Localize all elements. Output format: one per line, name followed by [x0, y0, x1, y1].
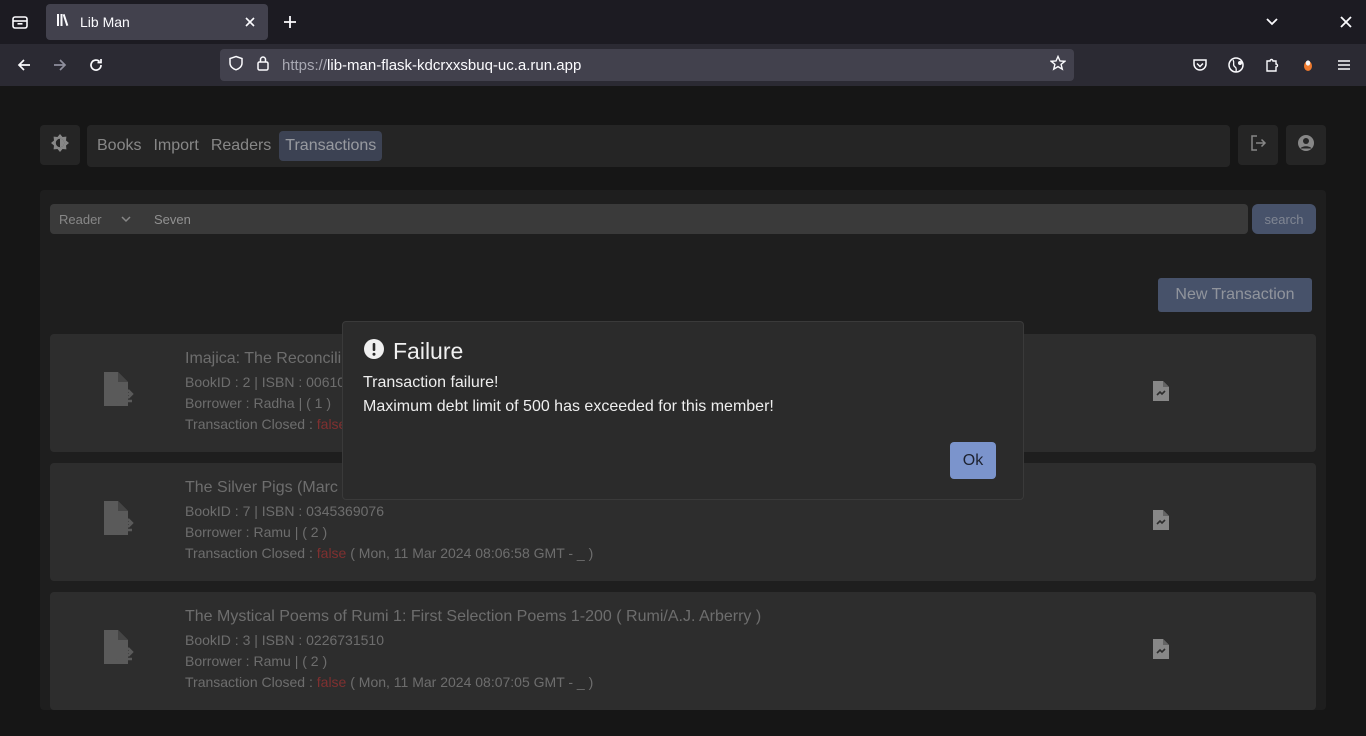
tracking-shield-icon[interactable]	[228, 55, 244, 76]
url-scheme: https://	[282, 56, 328, 74]
dialog-title: Failure	[393, 338, 464, 364]
close-tab-icon[interactable]	[242, 14, 258, 30]
failure-dialog: Failure Transaction failure! Maximum deb…	[342, 321, 1024, 500]
browser-tab-bar: Lib Man	[0, 0, 1366, 44]
url-bar[interactable]: https://lib-man-flask-kdcrxxsbuq-uc.a.ru…	[220, 49, 1074, 81]
dialog-body: Transaction failure! Maximum debt limit …	[363, 371, 1003, 419]
back-icon[interactable]	[12, 53, 36, 77]
tab-list-icon[interactable]	[8, 10, 32, 34]
close-window-icon[interactable]	[1334, 10, 1358, 34]
library-icon	[56, 12, 72, 33]
dialog-message-line: Transaction failure!	[363, 374, 499, 391]
url-text: https://lib-man-flask-kdcrxxsbuq-uc.a.ru…	[282, 57, 1050, 74]
reload-icon[interactable]	[84, 53, 108, 77]
exclamation-circle-icon	[363, 338, 385, 365]
vpn-globe-icon[interactable]	[1224, 53, 1248, 77]
extensions-icon[interactable]	[1260, 53, 1284, 77]
new-tab-icon[interactable]	[278, 10, 302, 34]
forward-icon[interactable]	[48, 53, 72, 77]
browser-nav-bar: https://lib-man-flask-kdcrxxsbuq-uc.a.ru…	[0, 44, 1366, 86]
list-all-tabs-icon[interactable]	[1260, 10, 1284, 34]
browser-tab[interactable]: Lib Man	[46, 4, 268, 40]
page-content: Books Import Readers Transactions Reader…	[0, 86, 1366, 736]
tab-title: Lib Man	[80, 14, 130, 30]
ok-button[interactable]: Ok	[950, 442, 996, 479]
lock-icon[interactable]	[256, 55, 270, 76]
extension-orange-icon[interactable]	[1296, 53, 1320, 77]
pocket-icon[interactable]	[1188, 53, 1212, 77]
url-host: lib-man-flask-kdcrxxsbuq-uc.a.run.app	[327, 56, 582, 74]
app-menu-icon[interactable]	[1332, 53, 1356, 77]
bookmark-star-icon[interactable]	[1049, 54, 1067, 76]
dialog-message-line: Maximum debt limit of 500 has exceeded f…	[363, 398, 774, 415]
